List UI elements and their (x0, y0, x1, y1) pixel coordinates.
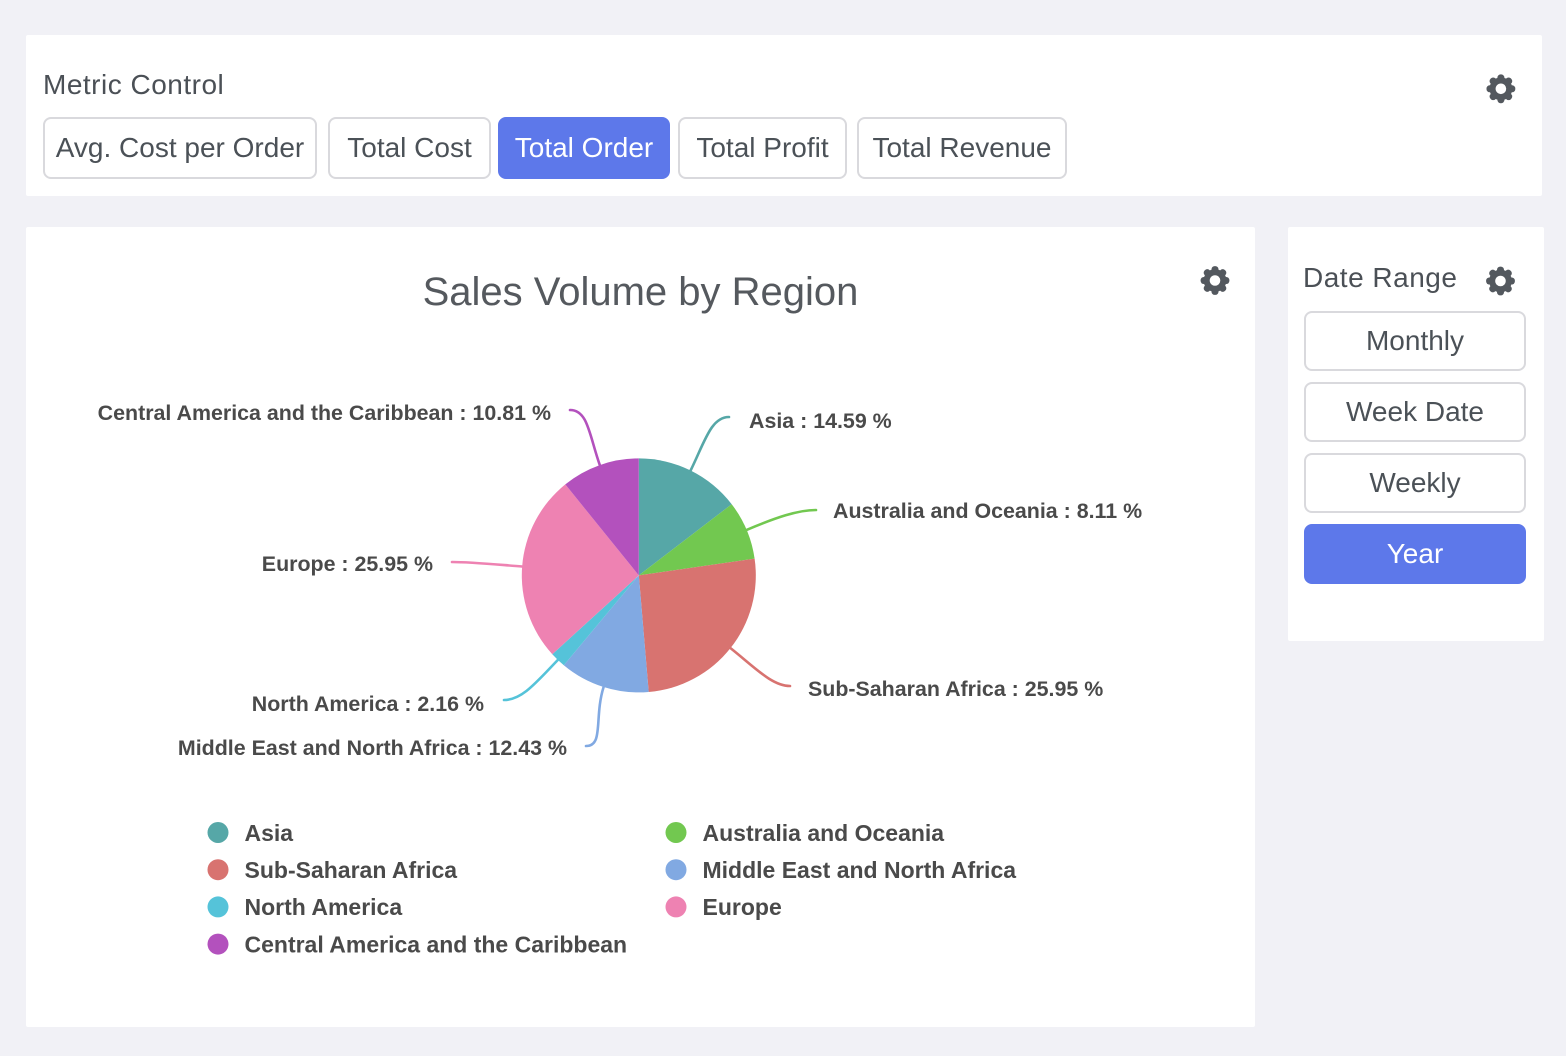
svg-text:Central America and the Caribb: Central America and the Caribbean : 10.8… (98, 401, 551, 425)
svg-text:North America : 2.16 %: North America : 2.16 % (252, 692, 484, 716)
svg-text:Middle East and North Africa: Middle East and North Africa (703, 857, 1017, 883)
svg-text:Australia and Oceania : 8.11 %: Australia and Oceania : 8.11 % (833, 499, 1142, 523)
svg-text:Middle East and North Africa :: Middle East and North Africa : 12.43 % (178, 736, 567, 760)
svg-text:North America: North America (245, 894, 403, 920)
svg-text:Central America and the Caribb: Central America and the Caribbean (245, 931, 628, 957)
svg-text:Australia and Oceania: Australia and Oceania (703, 820, 945, 846)
svg-text:Asia: Asia (245, 820, 294, 846)
svg-text:Asia : 14.59 %: Asia : 14.59 % (749, 409, 892, 433)
svg-text:Europe : 25.95 %: Europe : 25.95 % (262, 552, 433, 576)
svg-text:Sub-Saharan Africa: Sub-Saharan Africa (245, 857, 458, 883)
svg-text:Europe: Europe (703, 894, 782, 920)
svg-text:Sub-Saharan Africa : 25.95 %: Sub-Saharan Africa : 25.95 % (808, 677, 1103, 701)
